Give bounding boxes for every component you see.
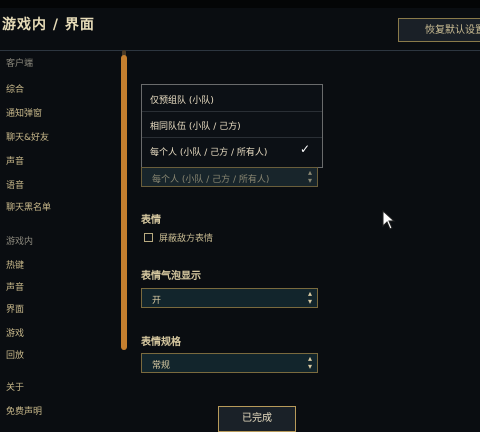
- chevron-up-down-icon: ▴ ▾: [307, 289, 312, 306]
- done-button[interactable]: 已完成: [218, 406, 296, 432]
- sidebar-section-ingame: 游戏内: [6, 237, 34, 247]
- sidebar-item-disclaimer[interactable]: 免费声明: [6, 404, 42, 417]
- sidebar-item-game[interactable]: 游戏: [6, 326, 24, 339]
- check-icon: ✓: [300, 142, 311, 156]
- emote-bubble-select-value: 开: [152, 296, 162, 306]
- chat-filter-dropdown-menu: 仅预组队 (小队) 相同队伍 (小队 / 己方) 每个人 (小队 / 己方 / …: [141, 84, 323, 168]
- emotes-section-label: 表情: [141, 215, 161, 226]
- chat-filter-option-everyone[interactable]: 每个人 (小队 / 己方 / 所有人): [150, 145, 267, 158]
- chat-filter-select-value: 每个人 (小队 / 己方 / 所有人): [152, 175, 270, 185]
- mouse-cursor-icon: [382, 209, 396, 234]
- sidebar-item-hotkeys[interactable]: 热键: [6, 258, 24, 271]
- sidebar-item-voice[interactable]: 语音: [6, 178, 24, 191]
- chat-filter-option-premade[interactable]: 仅预组队 (小队): [150, 93, 214, 106]
- page-title: 游戏内 / 界面: [2, 17, 95, 33]
- emote-size-select[interactable]: 常规 ▴ ▾: [141, 353, 318, 373]
- sidebar-item-chat-blacklist[interactable]: 聊天黑名单: [6, 200, 51, 213]
- hide-enemy-emotes-label[interactable]: 屏蔽敌方表情: [159, 231, 213, 244]
- scrollbar-thumb[interactable]: [121, 55, 127, 350]
- menu-divider: [142, 111, 322, 112]
- sidebar-item-replays[interactable]: 回放: [6, 348, 24, 361]
- chat-filter-select[interactable]: 每个人 (小队 / 己方 / 所有人) ▴ ▾: [141, 167, 318, 187]
- header-divider: [0, 50, 480, 51]
- sidebar-item-interface[interactable]: 界面: [6, 302, 24, 315]
- emote-bubble-select[interactable]: 开 ▴ ▾: [141, 288, 318, 308]
- hide-enemy-emotes-checkbox[interactable]: [144, 233, 153, 242]
- emote-bubble-section-label: 表情气泡显示: [141, 271, 201, 282]
- restore-defaults-button[interactable]: 恢复默认设置: [398, 18, 480, 42]
- chevron-up-down-icon: ▴ ▾: [307, 354, 312, 371]
- sidebar-item-chat-friends[interactable]: 聊天&好友: [6, 130, 49, 143]
- screen-bezel: [0, 0, 480, 8]
- sidebar-item-client-sound[interactable]: 声音: [6, 154, 24, 167]
- sidebar-section-client: 客户端: [6, 59, 34, 69]
- sidebar-item-notifications[interactable]: 通知弹窗: [6, 106, 42, 119]
- chevron-up-down-icon: ▴ ▾: [307, 168, 312, 185]
- emote-size-section-label: 表情规格: [141, 337, 181, 348]
- chat-filter-option-team[interactable]: 相同队伍 (小队 / 己方): [150, 119, 241, 132]
- sidebar-item-about[interactable]: 关于: [6, 380, 24, 393]
- sidebar-item-ingame-sound[interactable]: 声音: [6, 280, 24, 293]
- sidebar-item-general[interactable]: 综合: [6, 82, 24, 95]
- menu-divider: [142, 137, 322, 138]
- emote-size-select-value: 常规: [152, 361, 171, 371]
